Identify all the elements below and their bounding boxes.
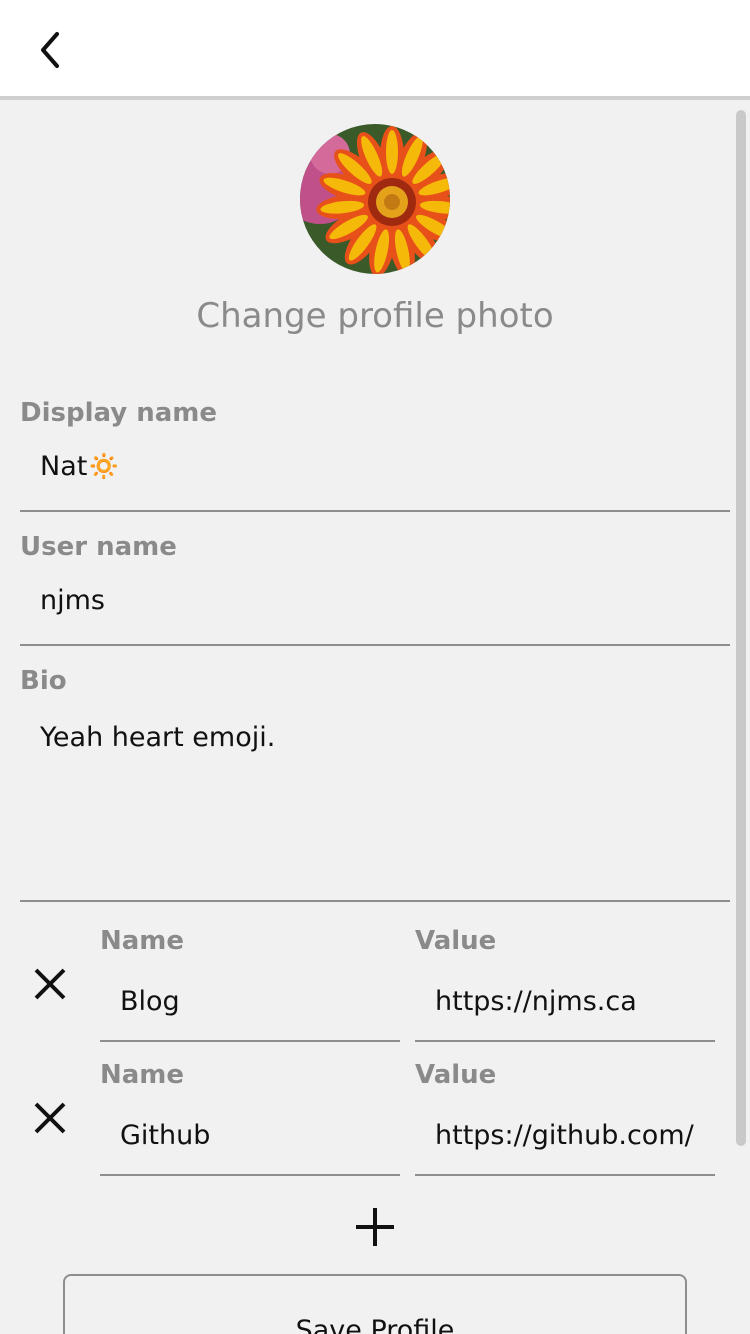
save-profile-button[interactable]: Save Profile bbox=[63, 1274, 687, 1334]
metadata-value-input[interactable] bbox=[415, 1096, 715, 1176]
change-photo-link[interactable]: Change profile photo bbox=[0, 296, 750, 336]
remove-field-button[interactable] bbox=[28, 962, 72, 1006]
add-field-button[interactable] bbox=[350, 1202, 400, 1252]
back-button[interactable] bbox=[28, 26, 72, 74]
metadata-name-label: Name bbox=[100, 926, 185, 956]
metadata-row: Name Value bbox=[0, 926, 750, 1060]
scrollbar[interactable] bbox=[736, 110, 746, 1146]
close-icon bbox=[34, 1102, 66, 1134]
metadata-value-input[interactable] bbox=[415, 962, 715, 1042]
plus-icon bbox=[356, 1208, 394, 1246]
bio-textarea[interactable]: Yeah heart emoji. bbox=[20, 702, 730, 902]
metadata-value-label: Value bbox=[415, 1060, 497, 1090]
user-name-input[interactable] bbox=[20, 556, 730, 646]
flower-photo bbox=[300, 124, 450, 274]
remove-field-button[interactable] bbox=[28, 1096, 72, 1140]
profile-editor: Change profile photo Display name User n… bbox=[0, 104, 750, 1334]
bio-label: Bio bbox=[20, 666, 67, 696]
metadata-name-label: Name bbox=[100, 1060, 185, 1090]
close-icon bbox=[34, 968, 66, 1000]
app-header bbox=[0, 0, 750, 100]
metadata-name-input[interactable] bbox=[100, 1096, 400, 1176]
display-name-input[interactable] bbox=[20, 422, 730, 512]
avatar[interactable] bbox=[300, 124, 450, 274]
metadata-row: Name Value bbox=[0, 1060, 750, 1194]
metadata-name-input[interactable] bbox=[100, 962, 400, 1042]
chevron-left-icon bbox=[41, 32, 59, 68]
metadata-value-label: Value bbox=[415, 926, 497, 956]
